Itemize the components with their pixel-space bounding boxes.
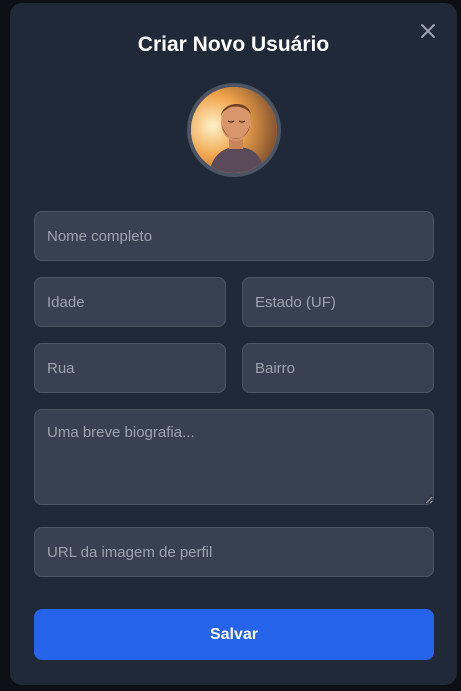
modal-title: Criar Novo Usuário — [137, 33, 330, 56]
close-button[interactable] — [417, 20, 439, 42]
close-icon — [421, 24, 435, 38]
avatar — [187, 83, 281, 177]
profile-photo — [191, 87, 277, 173]
profile-image-url-input[interactable] — [34, 527, 434, 577]
save-button[interactable]: Salvar — [34, 609, 434, 660]
full-name-input[interactable] — [34, 211, 434, 261]
bio-textarea[interactable] — [34, 409, 434, 505]
neighborhood-input[interactable] — [242, 343, 434, 393]
state-input[interactable] — [242, 277, 434, 327]
age-input[interactable] — [34, 277, 226, 327]
create-user-modal: Criar Novo Usuário Nome completo Idade E… — [10, 3, 457, 685]
street-input[interactable] — [34, 343, 226, 393]
